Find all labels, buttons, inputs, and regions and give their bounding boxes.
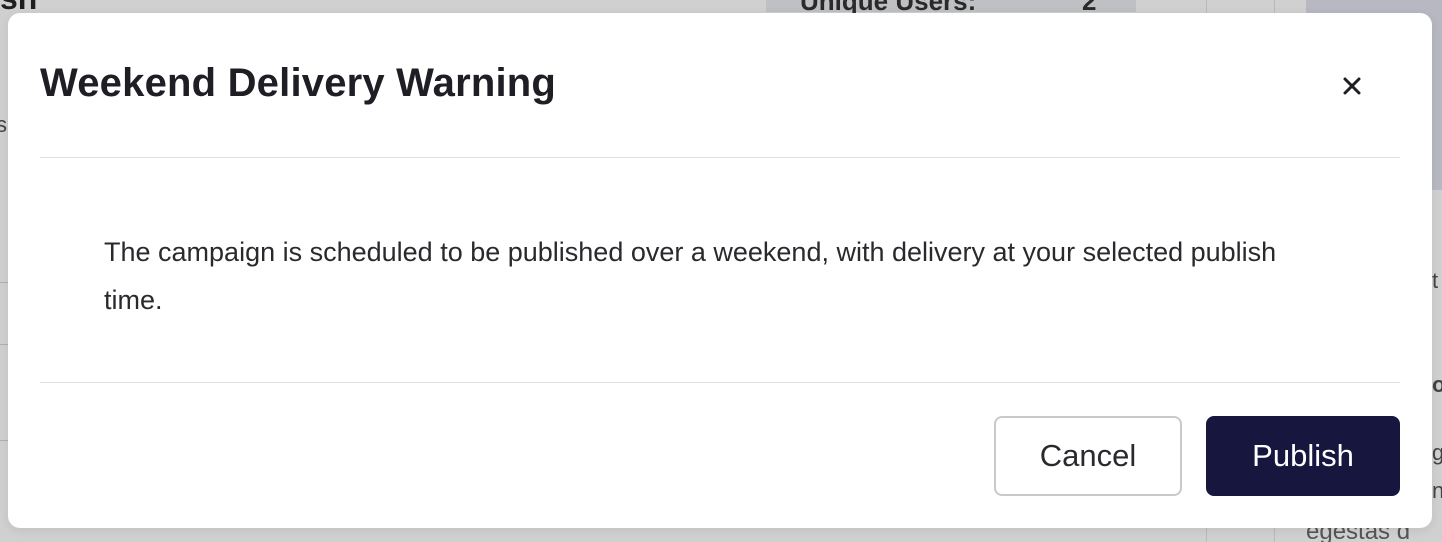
weekend-delivery-warning-dialog: Weekend Delivery Warning The campaign is…	[8, 13, 1432, 528]
dialog-title: Weekend Delivery Warning	[40, 61, 557, 105]
dialog-header: Weekend Delivery Warning	[40, 13, 1400, 158]
background-text-fragment: g	[1432, 440, 1442, 465]
close-icon	[1342, 76, 1362, 99]
cancel-button[interactable]: Cancel	[994, 416, 1182, 496]
background-text-fragment: s	[0, 112, 7, 137]
background-text-fragment: t	[1432, 268, 1439, 293]
publish-button[interactable]: Publish	[1206, 416, 1400, 496]
dialog-body: The campaign is scheduled to be publishe…	[40, 158, 1400, 383]
dialog-footer: Cancel Publish	[40, 383, 1400, 528]
background-text-fragment: n	[1432, 478, 1442, 503]
close-button[interactable]	[1332, 67, 1372, 107]
background-text-fragment: o	[1432, 372, 1442, 397]
dialog-message: The campaign is scheduled to be publishe…	[104, 237, 1277, 315]
